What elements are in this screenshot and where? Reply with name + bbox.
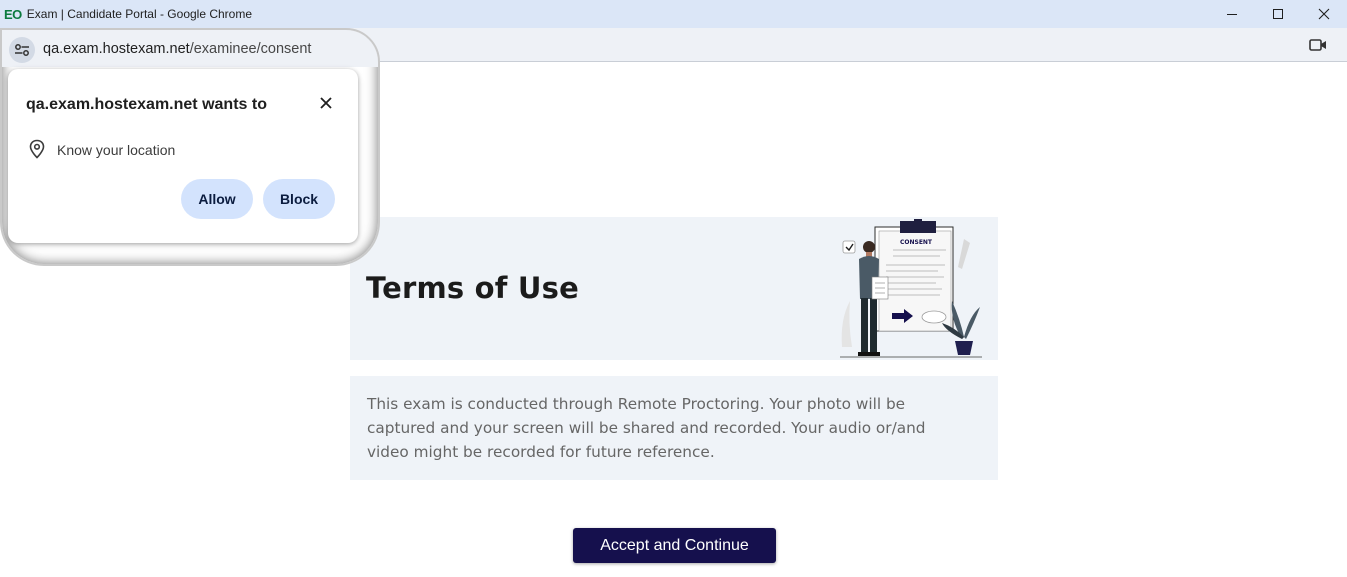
url-path: /examinee/consent <box>189 41 312 57</box>
minimize-icon <box>1227 14 1237 15</box>
tune-icon <box>15 44 29 56</box>
allow-button[interactable]: Allow <box>181 179 253 219</box>
window-controls <box>1209 0 1347 28</box>
minimize-button[interactable] <box>1209 0 1255 28</box>
url-field[interactable]: qa.exam.hostexam.net/examinee/consent <box>43 41 311 57</box>
illustration-consent-label: CONSENT <box>900 239 933 246</box>
close-window-button[interactable] <box>1301 0 1347 28</box>
proctoring-notice-text: This exam is conducted through Remote Pr… <box>367 395 926 461</box>
address-bar-zoomed: qa.exam.hostexam.net/examinee/consent <box>2 30 378 67</box>
terms-header-panel: Terms of Use CONSENT <box>350 217 998 360</box>
page-title: Terms of Use <box>366 271 579 305</box>
permission-request-label: Know your location <box>57 142 176 158</box>
app-logo: EO <box>4 6 22 22</box>
close-icon <box>1318 8 1330 20</box>
url-host: qa.exam.hostexam.net <box>43 41 190 57</box>
location-pin-icon <box>29 139 45 159</box>
permission-dialog: qa.exam.hostexam.net wants to Know your … <box>8 69 358 243</box>
window-title: Exam | Candidate Portal - Google Chrome <box>26 7 253 21</box>
accept-and-continue-button[interactable]: Accept and Continue <box>573 528 776 563</box>
maximize-button[interactable] <box>1255 0 1301 28</box>
camera-in-use-icon[interactable] <box>1309 37 1327 53</box>
maximize-icon <box>1273 9 1283 19</box>
permission-title: qa.exam.hostexam.net wants to <box>26 96 267 113</box>
close-icon[interactable] <box>316 93 336 113</box>
block-button[interactable]: Block <box>263 179 335 219</box>
window-titlebar: EO Exam | Candidate Portal - Google Chro… <box>0 0 1347 28</box>
location-permission-bubble: qa.exam.hostexam.net/examinee/consent qa… <box>0 28 380 266</box>
site-info-button[interactable] <box>9 37 35 63</box>
consent-illustration: CONSENT <box>840 219 982 358</box>
proctoring-notice-panel: This exam is conducted through Remote Pr… <box>350 376 998 480</box>
